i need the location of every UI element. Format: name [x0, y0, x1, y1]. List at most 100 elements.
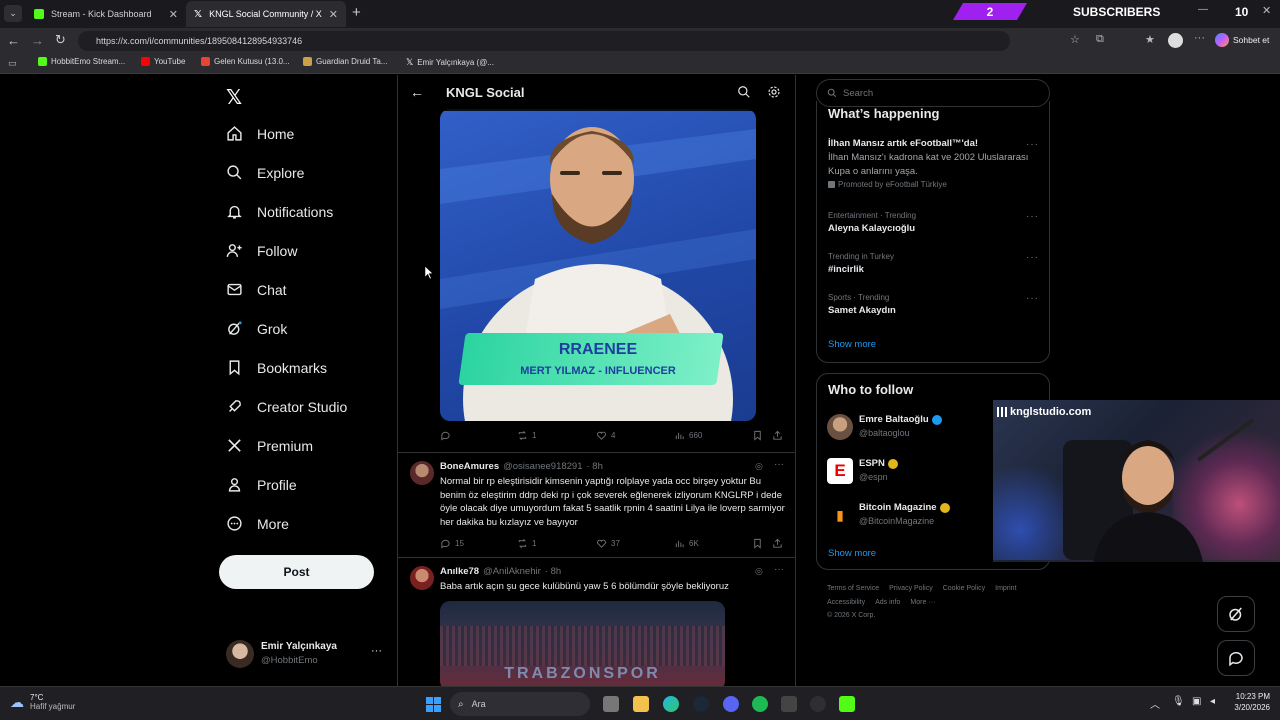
minimize-window-icon[interactable]: —	[1198, 4, 1208, 15]
avatar[interactable]	[410, 461, 434, 485]
trend-more-icon[interactable]: ···	[1026, 139, 1039, 150]
close-tab-icon[interactable]: ✕	[329, 8, 338, 21]
nav-bookmarks[interactable]: Bookmarks	[226, 359, 327, 376]
spotify-icon[interactable]	[752, 696, 768, 712]
post-media-image[interactable]: RRAENEE MERT YILMAZ - INFLUENCER	[440, 109, 756, 421]
post-button[interactable]: Post	[219, 555, 374, 589]
menu-dots-icon[interactable]: ···	[1194, 32, 1205, 44]
nav-home[interactable]: Home	[226, 125, 294, 142]
nav-notifications[interactable]: Notifications	[226, 203, 333, 220]
show-more-link[interactable]: Show more	[828, 548, 876, 559]
promoted-trend[interactable]: İlhan Mansız artık eFootball™'da! İlhan …	[828, 138, 1033, 189]
nav-premium[interactable]: Premium	[226, 437, 313, 454]
post-more-icon[interactable]: ···	[774, 459, 784, 470]
bookmark-hobbitemo[interactable]: HobbitEmo Stream...	[38, 57, 125, 66]
gear-icon[interactable]	[767, 85, 781, 99]
post-item[interactable]: Anılke78 @AnilAknehir · 8h ◎ ··· Baba ar…	[398, 557, 795, 686]
profile-avatar[interactable]	[1168, 33, 1183, 48]
bookmark-guardian-druid[interactable]: Guardian Druid Ta...	[303, 57, 387, 66]
network-icon[interactable]: ▣	[1192, 696, 1201, 707]
trend-item[interactable]: Sports · Trending Samet Akaydın	[828, 293, 1033, 316]
task-view-icon[interactable]	[603, 696, 619, 712]
author-name[interactable]: Anılke78	[440, 566, 479, 577]
bookmark-emir-x[interactable]: 𝕏 Emir Yalçınkaya (@...	[406, 57, 494, 68]
repost-button[interactable]: 1	[517, 538, 536, 549]
close-window-icon[interactable]: ✕	[1262, 4, 1271, 17]
tab-actions-menu[interactable]: ⌄	[4, 5, 22, 22]
footer-link[interactable]: Accessibility	[827, 599, 865, 606]
footer-link[interactable]: More ···	[910, 599, 935, 606]
edge-browser-icon[interactable]	[663, 696, 679, 712]
share-button[interactable]	[772, 430, 783, 441]
back-arrow-icon[interactable]: ←	[410, 84, 424, 100]
nav-grok[interactable]: Grok	[226, 320, 287, 337]
reply-button[interactable]: 15	[440, 538, 464, 549]
post-media-image[interactable]: TRABZONSPOR	[440, 601, 725, 686]
microphone-icon[interactable]: 🎙	[1172, 696, 1185, 707]
trend-more-icon[interactable]: ···	[1026, 252, 1039, 263]
nav-explore[interactable]: Explore	[226, 164, 304, 181]
new-tab-button[interactable]: +	[352, 4, 361, 21]
collections-icon[interactable]: ★	[1145, 33, 1155, 46]
account-switcher[interactable]: Emir Yalçınkaya @HobbitEmo ···	[226, 639, 386, 669]
share-button[interactable]	[772, 538, 783, 549]
messages-floating-button[interactable]	[1217, 640, 1255, 676]
copilot-button[interactable]: Sohbet et	[1215, 33, 1269, 47]
footer-link[interactable]: Ads info	[875, 599, 900, 606]
steam-icon[interactable]	[693, 696, 709, 712]
repost-button[interactable]: 1	[517, 430, 536, 441]
nav-profile[interactable]: Profile	[226, 476, 297, 493]
favorites-star-icon[interactable]: ☆	[1070, 33, 1080, 46]
like-button[interactable]: 4	[596, 430, 615, 441]
refresh-icon[interactable]: ↻	[55, 32, 66, 48]
nav-creator-studio[interactable]: Creator Studio	[226, 398, 347, 415]
tab-kngl-social[interactable]: 𝕏 KNGL Social Community / X ✕	[186, 1, 346, 27]
footer-link[interactable]: Terms of Service	[827, 585, 879, 592]
show-more-link[interactable]: Show more	[828, 339, 876, 350]
reply-button[interactable]	[440, 430, 455, 441]
taskbar-search[interactable]: ⌕ Ara	[450, 692, 590, 716]
file-explorer-icon[interactable]	[633, 696, 649, 712]
post-item[interactable]: BoneAmures @osisanee918291 · 8h ◎ ··· No…	[398, 452, 795, 557]
tray-overflow-icon[interactable]: ︿	[1150, 696, 1160, 711]
bookmark-youtube[interactable]: YouTube	[141, 57, 185, 66]
clock[interactable]: 10:23 PM 3/20/2026	[1222, 692, 1270, 712]
nav-more[interactable]: More	[226, 515, 289, 532]
search-icon[interactable]	[737, 85, 751, 99]
footer-link[interactable]: Imprint	[995, 585, 1016, 592]
bookmark-gmail[interactable]: Gelen Kutusu (13.0...	[201, 57, 290, 66]
forward-icon[interactable]: →	[31, 33, 44, 48]
author-name[interactable]: BoneAmures	[440, 461, 499, 472]
start-button[interactable]	[426, 697, 441, 712]
author-handle[interactable]: @osisanee918291	[503, 461, 582, 472]
nav-chat[interactable]: Chat	[226, 281, 287, 298]
author-handle[interactable]: @AnilAknehir	[483, 566, 541, 577]
reading-list-icon[interactable]: ▭	[8, 58, 17, 69]
volume-icon[interactable]: ◂	[1210, 696, 1215, 707]
trend-item[interactable]: Entertainment · Trending Aleyna Kalaycıo…	[828, 211, 1033, 234]
trend-more-icon[interactable]: ···	[1026, 293, 1039, 304]
grok-floating-button[interactable]	[1217, 596, 1255, 632]
obs-icon[interactable]	[810, 696, 826, 712]
trend-more-icon[interactable]: ···	[1026, 211, 1039, 222]
post-time[interactable]: · 8h	[545, 566, 561, 577]
views-button[interactable]: 660	[674, 430, 702, 441]
trend-item[interactable]: Trending in Turkey #incirlik	[828, 252, 1033, 275]
extensions-icon[interactable]: ⧉	[1096, 33, 1104, 46]
post-more-icon[interactable]: ···	[774, 564, 784, 575]
kick-app-icon[interactable]	[839, 696, 855, 712]
views-button[interactable]: 6K	[674, 538, 699, 549]
tab-kick-dashboard[interactable]: Stream - Kick Dashboard ✕	[26, 1, 186, 27]
x-logo-icon[interactable]: 𝕏	[226, 85, 242, 110]
like-button[interactable]: 37	[596, 538, 620, 549]
grok-post-icon[interactable]: ◎	[755, 566, 763, 577]
avatar[interactable]	[410, 566, 434, 590]
post-time[interactable]: · 8h	[587, 461, 603, 472]
bookmark-button[interactable]	[752, 538, 763, 549]
discord-icon[interactable]	[723, 696, 739, 712]
footer-link[interactable]: Cookie Policy	[943, 585, 985, 592]
footer-link[interactable]: Privacy Policy	[889, 585, 933, 592]
nav-follow[interactable]: Follow	[226, 242, 297, 259]
back-icon[interactable]: ←	[7, 33, 20, 48]
more-dots-icon[interactable]: ···	[371, 645, 382, 657]
